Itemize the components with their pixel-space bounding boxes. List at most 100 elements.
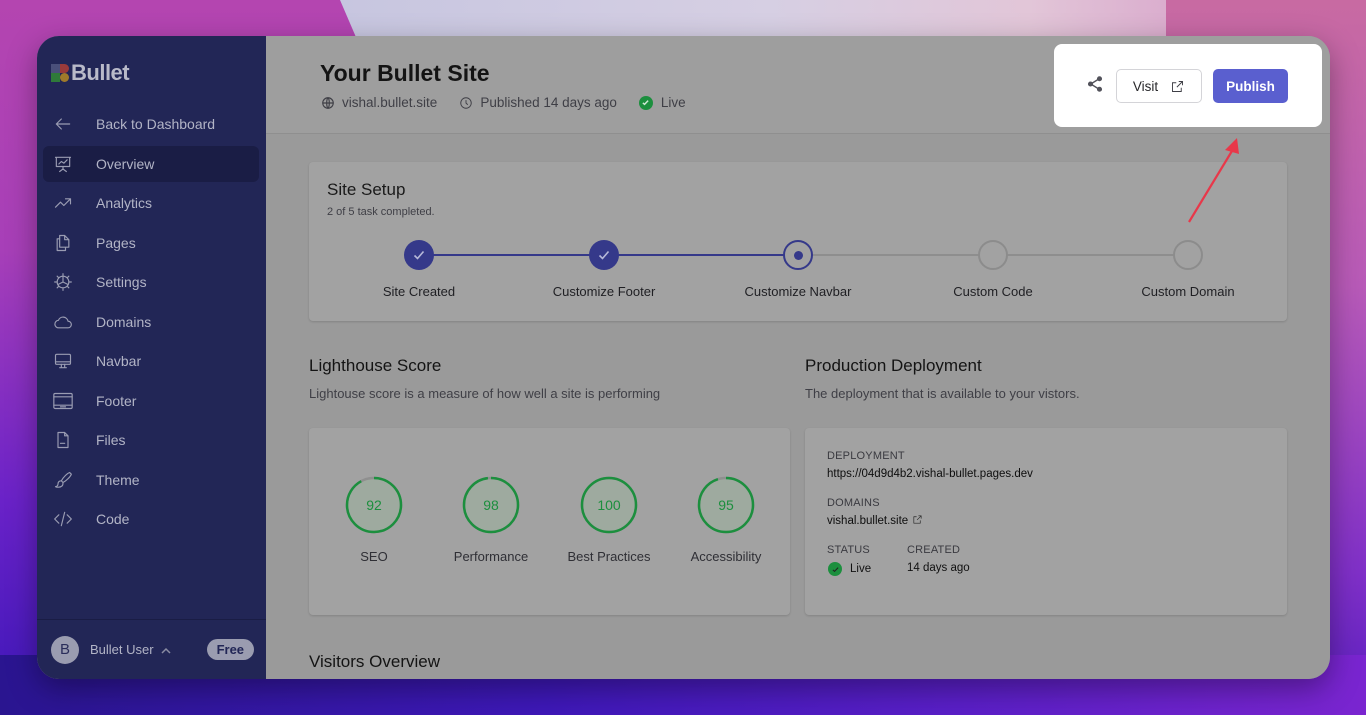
globe-icon — [322, 96, 334, 109]
sidebar-item-footer[interactable]: Footer — [43, 383, 259, 419]
setup-step[interactable]: Site Created — [344, 240, 494, 299]
back-to-dashboard-link[interactable]: Back to Dashboard — [43, 106, 259, 142]
check-icon — [404, 240, 434, 270]
chevron-up-icon — [160, 644, 172, 656]
external-link-icon — [913, 515, 922, 524]
domains-label: Domains — [827, 497, 880, 509]
step-label: Custom Code — [953, 284, 1033, 299]
setup-stepper: Site Created Customize Footer Customize Na… — [309, 240, 1287, 310]
page-title: Your Bullet Site — [320, 60, 490, 86]
sidebar-item-label: Code — [96, 511, 130, 527]
deployment-subtitle: The deployment that is available to your… — [805, 386, 1080, 401]
app-window: Bullet Back to Dashboard Overview Analyt… — [37, 36, 1330, 679]
visit-button[interactable]: Visit — [1116, 69, 1202, 103]
score-label: Performance — [453, 549, 529, 564]
arrow-left-icon — [53, 114, 73, 134]
sidebar-item-label: Theme — [96, 471, 140, 488]
cloud-icon — [53, 312, 73, 332]
step-current-icon — [783, 240, 813, 270]
score-gauge: 98 Performance — [436, 476, 546, 564]
domain-link[interactable]: vishal.bullet.site — [827, 514, 923, 527]
score-label: Best Practices — [567, 549, 651, 564]
sidebar-item-label: Pages — [96, 234, 136, 251]
lighthouse-subtitle: Lightouse score is a measure of how well… — [309, 386, 661, 401]
setup-step[interactable]: Customize Footer — [529, 240, 679, 299]
user-name: Bullet User — [90, 642, 154, 657]
score-ring: 100 — [580, 476, 638, 534]
status-label: Status — [827, 544, 870, 556]
site-setup-progress: 2 of 5 task completed. — [327, 206, 435, 218]
bullet-logo-icon — [51, 64, 69, 82]
user-menu[interactable]: B Bullet User Free — [37, 619, 266, 679]
sidebar-item-label: Navbar — [96, 353, 142, 369]
setup-step[interactable]: Custom Domain — [1113, 240, 1263, 299]
plan-badge: Free — [206, 639, 255, 660]
sidebar-item-domains[interactable]: Domains — [43, 304, 259, 340]
sidebar-item-pages[interactable]: Pages — [43, 225, 259, 261]
score-ring: 92 — [345, 476, 403, 534]
wallpaper — [340, 0, 1200, 40]
sidebar-item-theme[interactable]: Theme — [43, 462, 259, 498]
deployment-card: Deployment https://04d9d4b2.vishal-bulle… — [805, 428, 1287, 615]
score-gauge: 95 Accessibility — [671, 476, 781, 564]
score-value: 100 — [597, 497, 621, 513]
site-setup-card: Site Setup 2 of 5 task completed. Site C… — [309, 162, 1287, 321]
sidebar-nav: Back to Dashboard Overview Analytics Pag… — [43, 106, 259, 541]
score-label: Accessibility — [690, 549, 762, 564]
score-ring: 98 — [462, 476, 520, 534]
sidebar-item-overview[interactable]: Overview — [43, 145, 259, 182]
setup-step[interactable]: Custom Code — [918, 240, 1068, 299]
site-setup-title: Site Setup — [327, 180, 406, 199]
published-time: Published 14 days ago — [459, 95, 617, 110]
sidebar-item-settings[interactable]: Settings — [43, 264, 259, 300]
setup-step[interactable]: Customize Navbar — [723, 240, 873, 299]
layout-footer-icon — [53, 391, 73, 411]
score-gauge: 100 Best Practices — [554, 476, 664, 564]
deployment-status: Live — [828, 562, 871, 576]
score-value: 95 — [718, 497, 734, 513]
sidebar-item-label: Settings — [96, 274, 147, 290]
brush-icon — [53, 470, 73, 490]
sidebar-item-label: Overview — [96, 155, 155, 172]
score-value: 92 — [366, 497, 382, 513]
external-link-icon — [1172, 80, 1184, 92]
deployment-label: Deployment — [827, 450, 905, 462]
created-value: 14 days ago — [907, 562, 970, 574]
main-content: Your Bullet Site vishal.bullet.site Publ… — [266, 36, 1330, 679]
pages-icon — [53, 233, 73, 253]
lighthouse-card: 92 SEO 98 Performance 100 Best Practices 95 Acc… — [309, 428, 790, 615]
step-label: Site Created — [382, 284, 456, 299]
publish-button[interactable]: Publish — [1213, 69, 1288, 103]
logo-text: Bullet — [71, 60, 130, 85]
page-header: Your Bullet Site vishal.bullet.site Publ… — [266, 36, 1330, 134]
sidebar-item-analytics[interactable]: Analytics — [43, 185, 259, 221]
created-label: Created — [907, 544, 961, 556]
file-icon — [53, 430, 73, 450]
sidebar-item-label: Footer — [96, 392, 137, 409]
score-ring: 95 — [697, 476, 755, 534]
avatar: B — [51, 635, 79, 664]
score-gauge: 92 SEO — [319, 476, 429, 564]
check-circle-icon — [638, 95, 653, 110]
logo[interactable]: Bullet — [51, 60, 130, 86]
sidebar-item-label: Domains — [96, 313, 152, 330]
sidebar-item-label: Files — [96, 432, 126, 448]
deployment-title: Production Deployment — [805, 356, 982, 375]
trending-up-icon — [53, 193, 73, 213]
presentation-chart-icon — [53, 154, 73, 174]
sidebar-item-code[interactable]: Code — [43, 501, 259, 537]
share-button[interactable] — [1086, 75, 1106, 95]
code-icon — [53, 509, 73, 529]
step-label: Customize Navbar — [744, 284, 852, 299]
deployment-url[interactable]: https://04d9d4b2.vishal-bullet.pages.dev — [827, 468, 1033, 480]
step-pending-icon — [978, 240, 1008, 270]
back-to-dashboard-label: Back to Dashboard — [96, 116, 216, 132]
sidebar-item-files[interactable]: Files — [43, 422, 259, 458]
sidebar-item-navbar[interactable]: Navbar — [43, 343, 259, 379]
check-circle-icon — [828, 562, 842, 576]
clock-icon — [460, 96, 473, 109]
sidebar-item-label: Analytics — [96, 195, 153, 211]
gear-icon — [53, 272, 73, 292]
score-value: 98 — [483, 497, 499, 513]
monitor-icon — [53, 351, 73, 371]
